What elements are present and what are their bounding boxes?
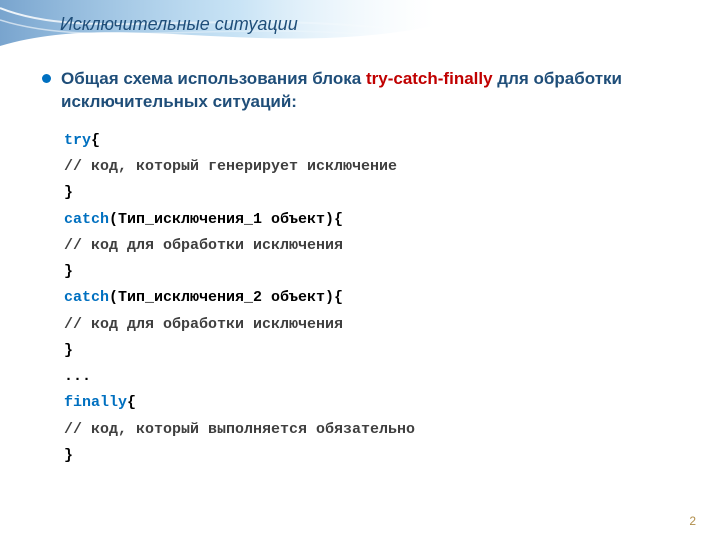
- catch-args: (Тип_исключения_2 объект){: [109, 289, 343, 306]
- catch-args: (Тип_исключения_1 объект){: [109, 211, 343, 228]
- code-line: catch(Тип_исключения_1 объект){: [64, 207, 690, 233]
- page-title: Исключительные ситуации: [60, 14, 298, 35]
- kw-try: try: [64, 132, 91, 149]
- code-block: try{ // код, который генерирует исключен…: [64, 128, 690, 469]
- code-line: // код, который генерирует исключение: [64, 154, 690, 180]
- kw-catch: catch: [64, 289, 109, 306]
- code-line: // код для обработки исключения: [64, 233, 690, 259]
- code-line: }: [64, 180, 690, 206]
- intro-pre: Общая схема использования блока: [61, 69, 366, 88]
- code-line: }: [64, 259, 690, 285]
- intro-highlight: try-catch-finally: [366, 69, 493, 88]
- brace: {: [127, 394, 136, 411]
- slide: Исключительные ситуации Общая схема испо…: [0, 0, 720, 540]
- code-line: ...: [64, 364, 690, 390]
- code-line: }: [64, 443, 690, 469]
- kw-catch: catch: [64, 211, 109, 228]
- body: Общая схема использования блока try-catc…: [42, 68, 690, 469]
- code-line: catch(Тип_исключения_2 объект){: [64, 285, 690, 311]
- kw-finally: finally: [64, 394, 127, 411]
- code-line: // код для обработки исключения: [64, 312, 690, 338]
- code-line: try{: [64, 128, 690, 154]
- intro-text: Общая схема использования блока try-catc…: [61, 68, 690, 114]
- bullet-disc-icon: [42, 74, 51, 83]
- brace: {: [91, 132, 100, 149]
- code-line: // код, который выполняется обязательно: [64, 417, 690, 443]
- code-line: finally{: [64, 390, 690, 416]
- code-line: }: [64, 338, 690, 364]
- page-number: 2: [689, 514, 696, 528]
- bullet-item: Общая схема использования блока try-catc…: [42, 68, 690, 114]
